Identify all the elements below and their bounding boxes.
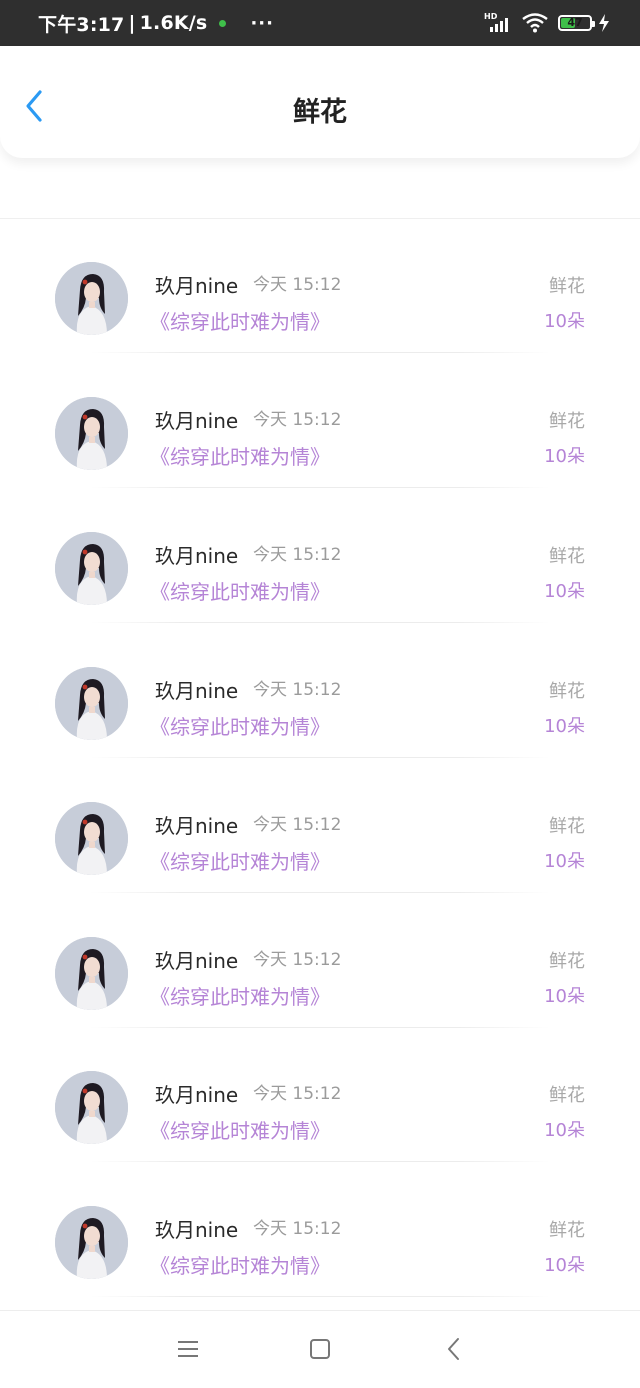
wifi-icon [522, 13, 548, 33]
page-title: 鲜花 [293, 97, 347, 128]
timestamp: 今天 15:12 [253, 545, 342, 565]
network-speed: 1.6K/s [139, 12, 208, 34]
timestamp: 今天 15:12 [253, 1219, 342, 1239]
user-name: 玖月nine [155, 679, 239, 703]
gift-count: 10朵 [544, 311, 585, 332]
gift-count: 10朵 [544, 851, 585, 872]
gift-type-label: 鲜花 [549, 1085, 585, 1106]
user-name: 玖月nine [155, 274, 239, 298]
avatar[interactable] [55, 937, 128, 1010]
avatar[interactable] [55, 532, 128, 605]
signal-icon: HD [484, 12, 512, 34]
avatar[interactable] [55, 1071, 128, 1144]
gift-count: 10朵 [544, 986, 585, 1007]
book-title[interactable]: 《综穿此时难为情》 [150, 1115, 330, 1144]
home-button[interactable] [306, 1335, 334, 1363]
avatar[interactable] [55, 397, 128, 470]
gift-type-label: 鲜花 [549, 816, 585, 837]
user-name: 玖月nine [155, 1218, 239, 1242]
timestamp: 今天 15:12 [253, 950, 342, 970]
avatar[interactable] [55, 667, 128, 740]
header: 鲜花 [0, 46, 640, 158]
book-title[interactable]: 《综穿此时难为情》 [150, 1250, 330, 1279]
system-nav-bar [0, 1310, 640, 1388]
hd-label: HD [484, 12, 498, 21]
gift-count: 10朵 [544, 446, 585, 467]
book-title[interactable]: 《综穿此时难为情》 [150, 981, 330, 1010]
timestamp: 今天 15:12 [253, 275, 342, 295]
list-item[interactable]: 玖月nine 今天 15:12 《综穿此时难为情》 鲜花 10朵 [0, 353, 640, 488]
battery-icon: 47 [558, 15, 595, 31]
book-title[interactable]: 《综穿此时难为情》 [150, 711, 330, 740]
gift-type-label: 鲜花 [549, 546, 585, 567]
charging-icon [599, 14, 609, 32]
gift-type-label: 鲜花 [549, 1220, 585, 1241]
gift-count: 10朵 [544, 1120, 585, 1141]
back-icon [448, 1338, 459, 1360]
list-item[interactable]: 玖月nine 今天 15:12 《综穿此时难为情》 鲜花 10朵 [0, 218, 640, 353]
user-name: 玖月nine [155, 814, 239, 838]
timestamp: 今天 15:12 [253, 1084, 342, 1104]
avatar[interactable] [55, 1206, 128, 1279]
list-item[interactable]: 玖月nine 今天 15:12 《综穿此时难为情》 鲜花 10朵 [0, 488, 640, 623]
list-item[interactable]: 玖月nine 今天 15:12 《综穿此时难为情》 鲜花 10朵 [0, 1027, 640, 1162]
home-icon [310, 1339, 330, 1359]
status-time: 下午3:17 [38, 13, 125, 36]
avatar[interactable] [55, 802, 128, 875]
user-name: 玖月nine [155, 1083, 239, 1107]
list-item[interactable]: 玖月nine 今天 15:12 《综穿此时难为情》 鲜花 10朵 [0, 758, 640, 893]
gift-count: 10朵 [544, 716, 585, 737]
gift-type-label: 鲜花 [549, 411, 585, 432]
book-title[interactable]: 《综穿此时难为情》 [150, 846, 330, 875]
user-name: 玖月nine [155, 949, 239, 973]
timestamp: 今天 15:12 [253, 815, 342, 835]
gift-count: 10朵 [544, 581, 585, 602]
gift-count: 10朵 [544, 1255, 585, 1276]
book-title[interactable]: 《综穿此时难为情》 [150, 306, 330, 335]
activity-dot-icon [219, 19, 227, 27]
gift-type-label: 鲜花 [549, 276, 585, 297]
divider [90, 1296, 550, 1297]
gift-type-label: 鲜花 [549, 951, 585, 972]
status-separator: | [128, 12, 136, 34]
avatar[interactable] [55, 262, 128, 335]
menu-button[interactable] [174, 1335, 202, 1363]
battery-level: 47 [567, 16, 583, 29]
user-name: 玖月nine [155, 544, 239, 568]
book-title[interactable]: 《综穿此时难为情》 [150, 441, 330, 470]
more-notifications-icon: ··· [250, 12, 274, 34]
timestamp: 今天 15:12 [253, 680, 342, 700]
list-item[interactable]: 玖月nine 今天 15:12 《综穿此时难为情》 鲜花 10朵 [0, 893, 640, 1028]
book-title[interactable]: 《综穿此时难为情》 [150, 576, 330, 605]
menu-icon [178, 1341, 198, 1357]
user-name: 玖月nine [155, 409, 239, 433]
back-nav-button[interactable] [440, 1335, 468, 1363]
divider [0, 218, 640, 219]
timestamp: 今天 15:12 [253, 410, 342, 430]
gift-type-label: 鲜花 [549, 681, 585, 702]
list-item[interactable]: 玖月nine 今天 15:12 《综穿此时难为情》 鲜花 10朵 [0, 623, 640, 758]
list-item[interactable]: 玖月nine 今天 15:12 《综穿此时难为情》 鲜花 10朵 [0, 1162, 640, 1297]
